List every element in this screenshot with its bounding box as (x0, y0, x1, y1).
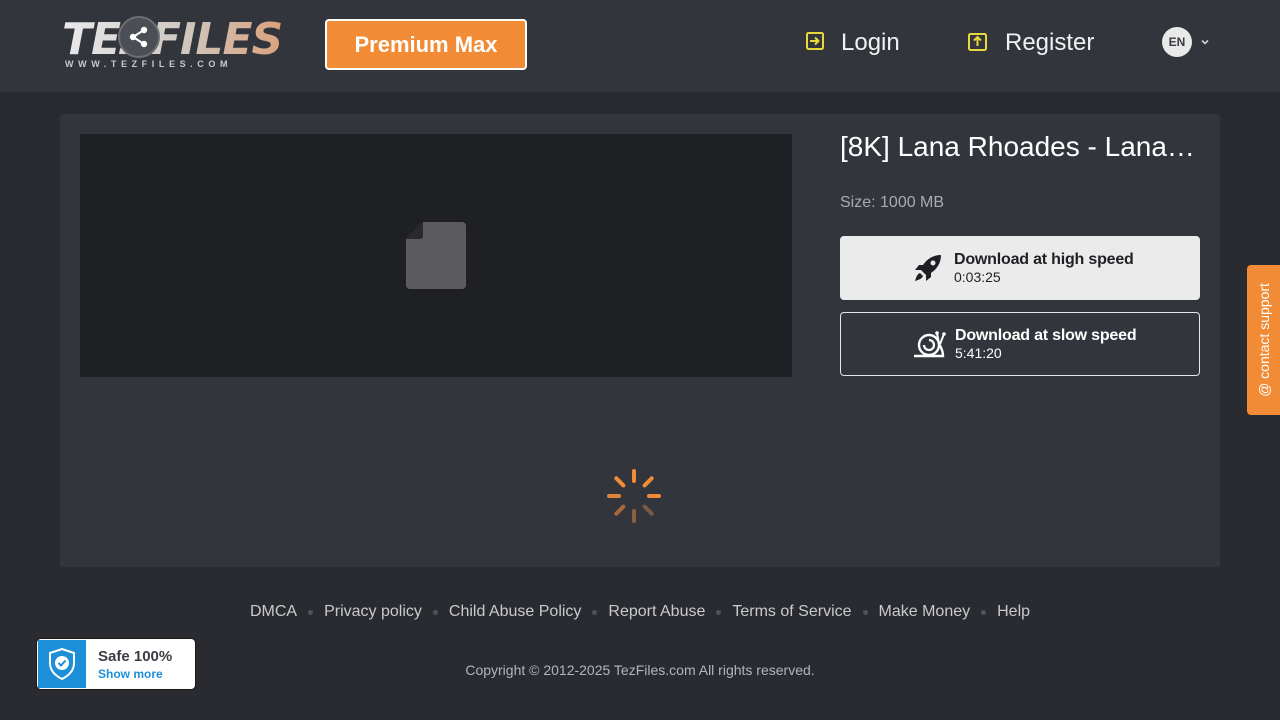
footer-separator (432, 609, 438, 615)
download-high-time: 0:03:25 (954, 269, 1001, 285)
login-icon (805, 31, 825, 56)
share-icon (118, 16, 160, 58)
rocket-icon (910, 250, 946, 286)
safe-badge[interactable]: Safe 100% Show more (37, 639, 195, 689)
footer-link-dmca[interactable]: DMCA (250, 603, 297, 621)
footer-link-help[interactable]: Help (997, 603, 1030, 621)
register-label: Register (1005, 29, 1095, 56)
register-icon (967, 30, 989, 57)
download-slow-label: Download at slow speed (955, 327, 1137, 344)
footer-link-make-money[interactable]: Make Money (879, 603, 971, 621)
site-header: TEZFILES WWW.TEZFILES.COM Premium Max Lo… (0, 0, 1280, 92)
language-code: EN (1162, 27, 1192, 57)
logo-url: WWW.TEZFILES.COM (65, 59, 233, 69)
footer-separator (981, 609, 987, 615)
login-link[interactable]: Login (805, 26, 900, 60)
loading-spinner-icon (607, 469, 661, 523)
logo-wordmark: TEZFILES (62, 14, 283, 65)
download-slow-speed-button[interactable]: Download at slow speed 5:41:20 (840, 312, 1200, 376)
footer-separator (862, 609, 868, 615)
premium-max-button[interactable]: Premium Max (325, 19, 527, 70)
register-link[interactable]: Register (967, 26, 1094, 60)
safe-badge-title: Safe 100% (98, 648, 173, 665)
footer-separator (592, 609, 598, 615)
footer-link-report-abuse[interactable]: Report Abuse (608, 603, 705, 621)
snail-icon (911, 326, 947, 362)
login-label: Login (841, 29, 900, 56)
safe-badge-show-more[interactable]: Show more (98, 667, 163, 681)
file-icon (406, 222, 466, 289)
file-title: [8K] Lana Rhoades - Lana Rhoades (840, 131, 1202, 162)
download-high-label: Download at high speed (954, 251, 1134, 268)
file-size: Size: 1000 MB (840, 194, 945, 211)
footer-link-child-abuse[interactable]: Child Abuse Policy (449, 603, 582, 621)
file-preview (80, 134, 792, 377)
download-slow-time: 5:41:20 (955, 345, 1002, 361)
chevron-down-icon (1201, 39, 1209, 45)
file-panel: [8K] Lana Rhoades - Lana Rhoades Size: 1… (60, 114, 1220, 567)
footer-separator (308, 609, 314, 615)
footer-links: DMCA Privacy policy Child Abuse Policy R… (0, 603, 1280, 621)
language-selector[interactable]: EN (1162, 27, 1210, 57)
contact-support-tab[interactable]: @ contact support (1247, 265, 1280, 415)
shield-check-icon (38, 640, 86, 688)
contact-support-label: @ contact support (1255, 283, 1272, 397)
footer-link-privacy[interactable]: Privacy policy (324, 603, 422, 621)
footer-link-terms[interactable]: Terms of Service (732, 603, 851, 621)
footer-separator (716, 609, 722, 615)
tezfiles-logo[interactable]: TEZFILES WWW.TEZFILES.COM (62, 14, 283, 72)
download-high-speed-button[interactable]: Download at high speed 0:03:25 (840, 236, 1200, 300)
